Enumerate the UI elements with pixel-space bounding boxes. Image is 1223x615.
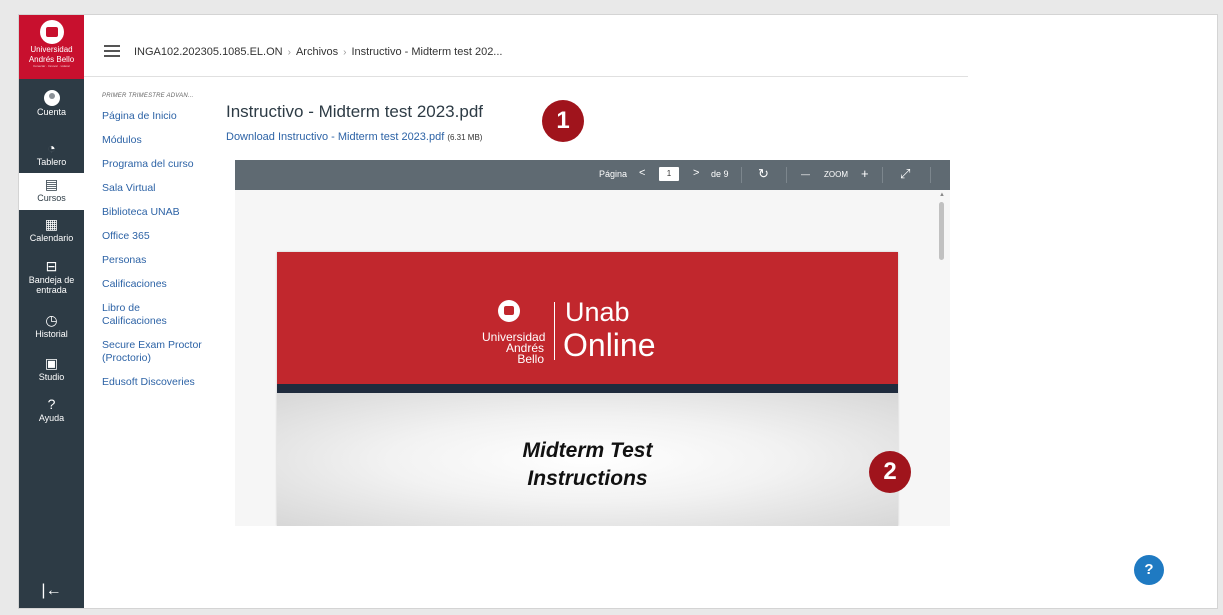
fullscreen-icon[interactable]: ⤢ — [900, 166, 910, 182]
nav-item-ayuda[interactable]: ? Ayuda — [19, 396, 84, 423]
toolbar-divider — [882, 167, 883, 183]
course-nav-edusoft[interactable]: Edusoft Discoveries — [102, 376, 232, 389]
pdf-title-line1: Midterm Test — [522, 439, 653, 462]
course-nav: PRIMER TRIMESTRE ADVAN... Página de Inic… — [102, 93, 232, 400]
callout-badge-2: 2 — [869, 451, 911, 493]
pdf-stripe — [277, 384, 898, 393]
pdf-viewer: Página < 1 > de 9 ↻ — ZOOM + ⤢ Universid… — [235, 160, 950, 526]
brand-divider — [554, 302, 555, 360]
course-nav-calificaciones[interactable]: Calificaciones — [102, 278, 232, 291]
brand-online: Online — [563, 327, 656, 363]
global-nav: Universidad Andrés Bello Conectar · Inno… — [19, 15, 84, 608]
course-term: PRIMER TRIMESTRE ADVAN... — [102, 93, 194, 99]
calendar-icon: ▦ — [44, 216, 59, 232]
avatar-icon — [43, 90, 60, 106]
nav-item-cuenta[interactable]: Cuenta — [19, 90, 84, 117]
pdf-title: Midterm Test Instructions — [277, 437, 898, 493]
app-frame: Universidad Andrés Bello Conectar · Inno… — [18, 14, 1218, 609]
callout-badge-1: 1 — [542, 100, 584, 142]
help-icon: ? — [47, 396, 56, 412]
nav-label: Cuenta — [36, 107, 67, 117]
total-pages: de 9 — [711, 169, 729, 179]
course-nav-biblioteca[interactable]: Biblioteca UNAB — [102, 206, 232, 219]
breadcrumb-current: Instructivo - Midterm test 202... — [351, 46, 503, 58]
studio-icon: ▣ — [44, 355, 59, 371]
rotate-icon[interactable]: ↻ — [758, 166, 769, 182]
nav-label: Cursos — [37, 193, 66, 203]
nav-item-historial[interactable]: ◷ Historial — [19, 312, 84, 339]
pdf-page: Universidad Andrés Bello Unab Online Mid… — [277, 252, 898, 526]
nav-item-tablero[interactable]: ◔ Tablero — [19, 140, 84, 167]
nav-item-studio[interactable]: ▣ Studio — [19, 355, 84, 382]
history-icon: ◷ — [45, 312, 58, 328]
download-link[interactable]: Download Instructivo - Midterm test 2023… — [226, 131, 444, 143]
nav-label: Ayuda — [38, 413, 65, 423]
viewer-toolbar: Página < 1 > de 9 ↻ — ZOOM + ⤢ — [235, 160, 950, 190]
logo-line2: Andrés Bello — [28, 55, 75, 64]
brand-university: Universidad Andrés Bello — [482, 331, 545, 366]
logo-tagline: Conectar · Innovar · Liderar — [33, 64, 70, 68]
nav-item-calendario[interactable]: ▦ Calendario — [19, 216, 84, 243]
course-nav-proctorio[interactable]: Secure Exam Proctor (Proctorio) — [102, 339, 227, 365]
nav-item-cursos[interactable]: ▤ Cursos — [19, 173, 84, 210]
university-emblem-icon — [498, 300, 520, 322]
inbox-icon: ⊟ — [45, 258, 58, 274]
nav-label: Historial — [35, 329, 68, 339]
nav-item-bandeja[interactable]: ⊟ Bandeja de entrada — [19, 258, 84, 295]
zoom-label: ZOOM — [824, 170, 848, 179]
nav-label: Tablero — [36, 157, 67, 167]
collapse-nav-icon[interactable]: |← — [19, 582, 84, 600]
breadcrumb-course[interactable]: INGA102.202305.1085.EL.ON — [134, 46, 283, 58]
dashboard-icon: ◔ — [47, 140, 56, 156]
help-button[interactable]: ? — [1134, 555, 1164, 585]
course-nav-sala-virtual[interactable]: Sala Virtual — [102, 182, 232, 195]
course-nav-libro[interactable]: Libro de Calificaciones — [102, 302, 192, 328]
nav-label: Studio — [38, 372, 65, 382]
course-nav-office[interactable]: Office 365 — [102, 230, 232, 243]
university-logo[interactable]: Universidad Andrés Bello Conectar · Inno… — [19, 15, 84, 79]
scrollbar-thumb[interactable] — [939, 202, 944, 260]
page-number-input[interactable]: 1 — [659, 167, 679, 181]
pdf-canvas[interactable]: Universidad Andrés Bello Unab Online Mid… — [235, 190, 950, 526]
page-title: Instructivo - Midterm test 2023.pdf — [226, 102, 483, 121]
page-label: Página — [599, 169, 628, 179]
nav-label: Calendario — [29, 233, 74, 243]
breadcrumb-files[interactable]: Archivos — [296, 46, 338, 58]
nav-label: Bandeja de entrada — [28, 275, 75, 295]
download-row: Download Instructivo - Midterm test 2023… — [226, 131, 482, 143]
file-size: (6.31 MB) — [447, 133, 483, 142]
page-header: INGA102.202305.1085.EL.ON › Archivos › Instr… — [84, 15, 968, 77]
course-nav-programa[interactable]: Programa del curso — [102, 158, 232, 171]
toolbar-divider — [930, 167, 931, 183]
hamburger-menu-icon[interactable] — [104, 45, 120, 57]
breadcrumb: INGA102.202305.1085.EL.ON › Archivos › Instr… — [134, 46, 502, 58]
scroll-up-icon[interactable]: ▲ — [939, 192, 945, 198]
brand-uni-line2: Andrés Bello — [505, 341, 544, 366]
toolbar-divider — [786, 167, 787, 183]
courses-icon: ▤ — [44, 176, 59, 192]
toolbar-divider — [741, 167, 742, 183]
course-nav-inicio[interactable]: Página de Inicio — [102, 110, 232, 123]
prev-page-icon[interactable]: < — [639, 167, 645, 179]
logo-icon — [39, 20, 64, 44]
zoom-out-icon[interactable]: — — [801, 169, 810, 179]
course-nav-personas[interactable]: Personas — [102, 254, 232, 267]
pdf-title-line2: Instructions — [527, 467, 648, 490]
logo-line1: Universidad — [30, 45, 73, 54]
breadcrumb-separator: › — [343, 47, 347, 58]
zoom-in-icon[interactable]: + — [861, 166, 869, 181]
course-nav-modulos[interactable]: Módulos — [102, 134, 232, 147]
brand-unab: Unab — [565, 297, 630, 327]
breadcrumb-separator: › — [287, 47, 291, 58]
next-page-icon[interactable]: > — [693, 167, 699, 179]
